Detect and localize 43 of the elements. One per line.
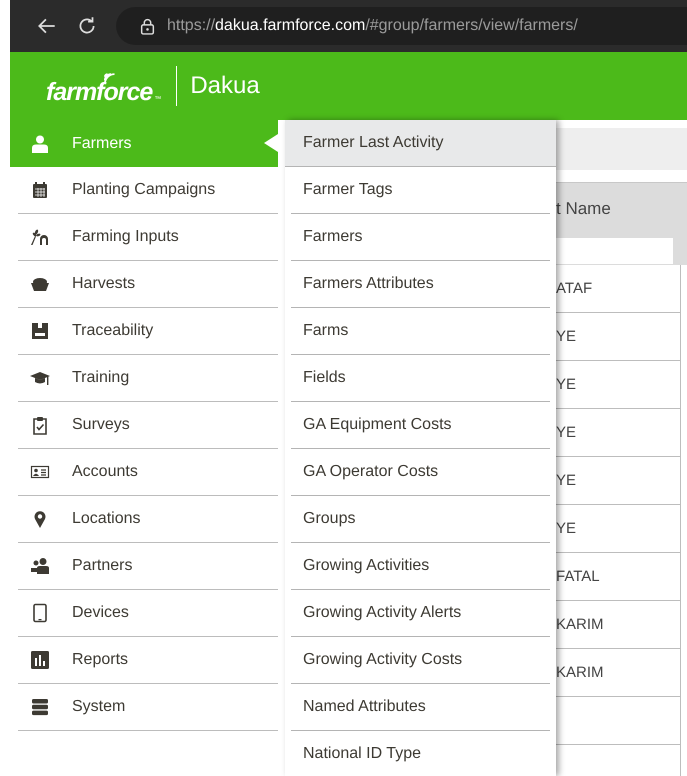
submenu-item[interactable]: Named Attributes [291, 684, 550, 731]
submenu-item[interactable]: GA Operator Costs [291, 449, 550, 496]
submenu-item[interactable]: Growing Activity Alerts [291, 590, 550, 637]
submenu-item[interactable]: Farmers Attributes [291, 261, 550, 308]
tablet-icon [30, 603, 50, 623]
sidebar-item[interactable]: Traceability [18, 308, 278, 355]
table-cell: YE [556, 376, 576, 393]
organization-name: Dakua [190, 72, 260, 100]
box-icon [30, 321, 50, 341]
wheat-icon [30, 227, 50, 247]
submenu-item[interactable]: Fields [291, 355, 550, 402]
sidebar-item[interactable]: Reports [18, 637, 278, 684]
table-cell: YE [556, 520, 576, 537]
lock-icon [140, 18, 155, 34]
filter-field[interactable] [556, 238, 673, 264]
submenu-item[interactable]: National ID Type [291, 731, 550, 776]
people-icon [30, 556, 50, 576]
submenu-item[interactable]: Farms [291, 308, 550, 355]
submenu-item[interactable]: Growing Activities [291, 543, 550, 590]
submenu-item[interactable]: Farmers [291, 214, 550, 261]
clipboard-icon [30, 415, 50, 435]
submenu-item[interactable]: Farmer Last Activity [285, 120, 556, 167]
calendar-icon [30, 180, 50, 200]
sidebar-item[interactable]: Harvests [18, 261, 278, 308]
submenu-item[interactable]: Farmer Tags [291, 167, 550, 214]
person-icon [30, 134, 50, 154]
table-cell: KARIM [556, 616, 604, 633]
table-cell: ATAF [556, 280, 592, 297]
bar-chart-icon [30, 650, 50, 670]
submenu-item[interactable]: GA Equipment Costs [291, 402, 550, 449]
table-cell: KARIM [556, 664, 604, 681]
sidebar-item[interactable]: Partners [18, 543, 278, 590]
submenu-item[interactable]: Growing Activity Costs [291, 637, 550, 684]
server-icon [30, 697, 50, 717]
address-bar[interactable]: https://dakua.farmforce.com/#group/farmers/view/farmers/ [116, 7, 687, 45]
table-cell: YE [556, 424, 576, 441]
table-cell: YE [556, 328, 576, 345]
sidebar-item[interactable]: System [18, 684, 278, 731]
table-cell: FATAL [556, 568, 600, 585]
column-heading: t Name [556, 199, 611, 219]
submenu-item[interactable]: Groups [291, 496, 550, 543]
sidebar-item[interactable]: Planting Campaigns [18, 167, 278, 214]
table-cell: YE [556, 472, 576, 489]
